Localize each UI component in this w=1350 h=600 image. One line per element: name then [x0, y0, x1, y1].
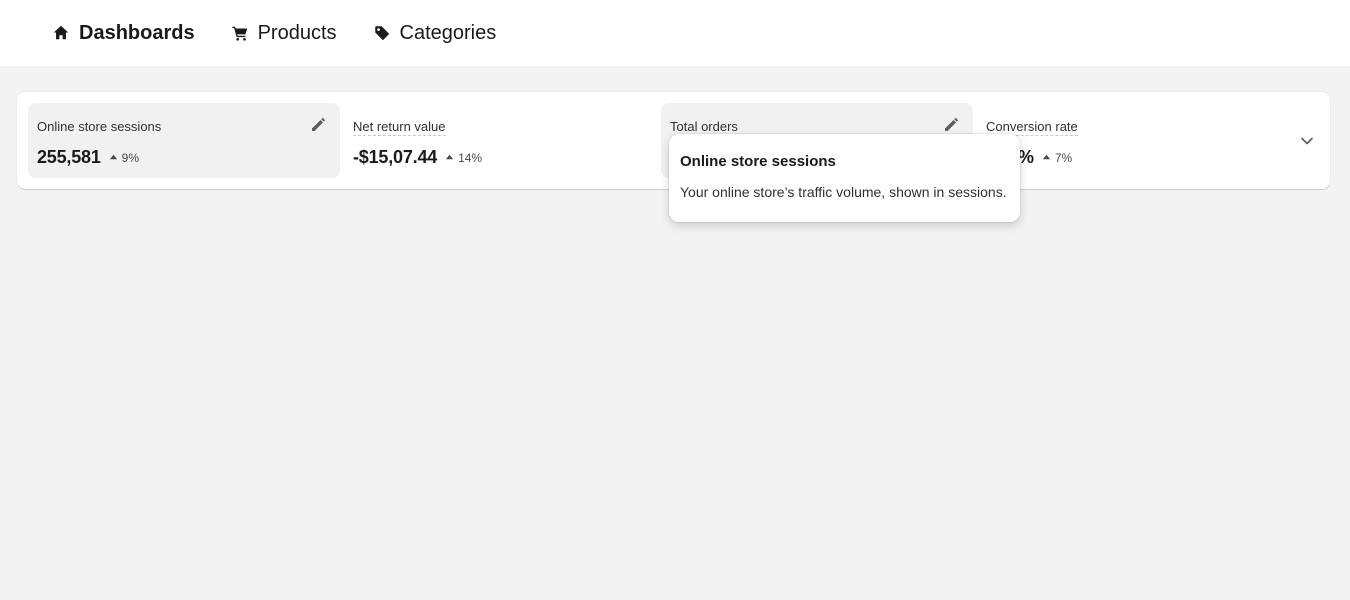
tooltip-title: Online store sessions: [680, 153, 836, 170]
trend-up-icon: [109, 154, 117, 160]
tag-icon: [373, 24, 391, 42]
metric-trend-value: 14%: [458, 150, 483, 165]
metric-online-store-sessions[interactable]: Online store sessions 255,581 9%: [28, 103, 340, 178]
cart-icon: [231, 24, 249, 42]
chevron-down-icon[interactable]: [1298, 132, 1316, 150]
metric-conversion-rate[interactable]: Conversion rate % 7%: [977, 103, 1289, 178]
nav-item-products[interactable]: Products: [231, 22, 337, 45]
nav-item-dashboards[interactable]: Dashboards: [52, 22, 195, 45]
metric-trend-value: 7%: [1054, 150, 1073, 165]
nav-item-label: Products: [257, 21, 337, 44]
metric-trend: 9%: [109, 151, 139, 165]
pencil-icon[interactable]: [310, 117, 326, 133]
metric-trend-value: 9%: [121, 150, 140, 165]
home-icon: [52, 24, 70, 42]
metric-trend: 7%: [1042, 151, 1072, 165]
metric-value: %: [1018, 147, 1034, 167]
metric-value: 255,581: [37, 147, 101, 167]
tooltip-body: Your online store’s traffic volume, show…: [680, 184, 1007, 200]
metric-value: -$15,07.44: [353, 147, 438, 167]
metric-trend: 14%: [445, 151, 482, 165]
metric-tooltip: Online store sessions Your online store’…: [669, 134, 1020, 222]
top-navigation: Dashboards Products Categories: [0, 0, 1350, 66]
trend-up-icon: [445, 154, 454, 160]
nav-item-categories[interactable]: Categories: [373, 21, 497, 45]
metric-label: Net return value: [353, 119, 446, 136]
metric-label: Online store sessions: [37, 119, 162, 134]
trend-up-icon: [1042, 154, 1050, 160]
nav-item-label: Dashboards: [79, 21, 195, 44]
metric-net-return-value[interactable]: Net return value -$15,07.44 14%: [344, 103, 656, 178]
nav-item-label: Categories: [399, 21, 497, 44]
metric-label: Total orders: [670, 119, 738, 134]
pencil-icon[interactable]: [943, 117, 959, 133]
